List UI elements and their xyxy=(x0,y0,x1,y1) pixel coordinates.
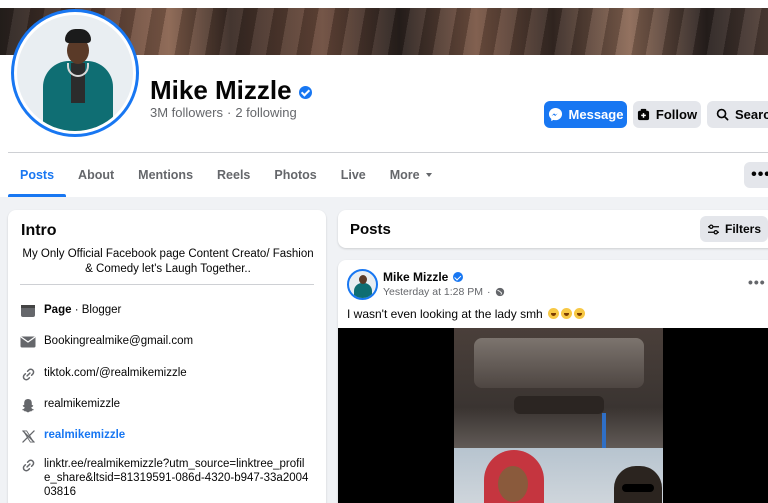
globe-icon xyxy=(495,287,504,297)
profile-tabs: Posts About Mentions Reels Photos Live M… xyxy=(8,153,444,197)
intro-item-x: realmikemizzle xyxy=(20,428,125,444)
intro-item-linktree: linktr.ee/realmikemizzle?utm_source=link… xyxy=(20,457,310,499)
laughing-emoji-icon xyxy=(561,308,573,319)
tab-live[interactable]: Live xyxy=(329,153,378,197)
chevron-down-icon xyxy=(425,173,432,177)
post-text: I wasn't even looking at the lady smh xyxy=(347,307,586,321)
search-label: Search xyxy=(735,107,768,122)
tab-about[interactable]: About xyxy=(66,153,126,197)
tab-posts[interactable]: Posts xyxy=(8,153,67,197)
page-category: · Blogger xyxy=(71,304,122,316)
filters-button[interactable]: Filters xyxy=(700,216,768,242)
email-text[interactable]: Bookingrealmike@gmail.com xyxy=(44,334,193,348)
page-label: Page xyxy=(44,304,72,316)
follow-stats: 3M followers · 2 following xyxy=(150,105,297,120)
follow-label: Follow xyxy=(655,107,698,122)
avatar-image xyxy=(17,15,133,131)
followers-count[interactable]: 3M followers xyxy=(150,105,223,120)
tab-label: About xyxy=(78,168,115,182)
intro-card: Intro My Only Official Facebook page Con… xyxy=(8,210,326,503)
posts-header-card: Posts Filters xyxy=(338,210,768,248)
post-media[interactable] xyxy=(338,328,768,503)
message-label: Message xyxy=(568,107,624,122)
tab-reels[interactable]: Reels xyxy=(205,153,262,197)
tab-mentions[interactable]: Mentions xyxy=(126,153,205,197)
filters-icon xyxy=(707,224,719,234)
intro-title: Intro xyxy=(21,222,57,239)
tab-label: More xyxy=(389,168,420,182)
post-author-name[interactable]: Mike Mizzle xyxy=(383,270,448,284)
search-button[interactable]: Search xyxy=(707,101,768,128)
intro-divider xyxy=(20,284,314,285)
filters-label: Filters xyxy=(724,222,761,236)
messenger-icon xyxy=(548,107,562,122)
laughing-emoji-icon xyxy=(548,308,560,319)
page-title: Mike Mizzle xyxy=(150,75,292,105)
post-options-button[interactable]: ••• xyxy=(748,274,766,290)
posts-title: Posts xyxy=(350,221,391,238)
tab-label: Mentions xyxy=(138,168,194,182)
post-timestamp[interactable]: Yesterday at 1:28 PM xyxy=(383,286,483,298)
message-button[interactable]: Message xyxy=(544,101,627,128)
snapchat-handle[interactable]: realmikemizzle xyxy=(44,397,120,411)
post-caption: I wasn't even looking at the lady smh xyxy=(347,307,543,321)
stats-separator: · xyxy=(226,105,232,120)
tab-label: Live xyxy=(340,168,366,182)
mail-icon xyxy=(20,334,36,350)
intro-bio: My Only Official Facebook page Content C… xyxy=(22,248,314,275)
profile-name-row: Mike Mizzle xyxy=(150,75,312,106)
intro-item-tiktok: tiktok.com/@realmikemizzle xyxy=(20,366,187,382)
following-count[interactable]: 2 following xyxy=(235,105,296,120)
follow-icon xyxy=(637,108,649,121)
tiktok-link[interactable]: tiktok.com/@realmikemizzle xyxy=(44,366,187,380)
post-author-avatar[interactable] xyxy=(347,269,378,300)
intro-item-page: Page · Blogger xyxy=(20,303,121,319)
tab-label: Posts xyxy=(20,168,55,182)
x-handle-link[interactable]: realmikemizzle xyxy=(44,428,125,442)
link-icon xyxy=(20,457,36,473)
profile-avatar[interactable] xyxy=(11,9,139,137)
linktree-link[interactable]: linktr.ee/realmikemizzle?utm_source=link… xyxy=(44,457,310,499)
intro-item-email: Bookingrealmike@gmail.com xyxy=(20,334,193,350)
post-card: Mike Mizzle Yesterday at 1:28 PM · ••• I… xyxy=(338,260,768,503)
post-meta: Yesterday at 1:28 PM · xyxy=(383,286,505,298)
snapchat-icon xyxy=(20,397,36,413)
tab-label: Reels xyxy=(217,168,251,182)
search-icon xyxy=(716,108,729,121)
intro-item-snapchat: realmikemizzle xyxy=(20,397,120,413)
link-icon xyxy=(20,366,36,382)
meta-separator: · xyxy=(487,286,491,298)
follow-button[interactable]: Follow xyxy=(633,101,701,128)
profile-header: Mike Mizzle 3M followers · 2 following M… xyxy=(0,0,768,197)
tab-more[interactable]: More xyxy=(378,153,444,197)
post-image xyxy=(454,328,663,503)
tab-label: Photos xyxy=(274,168,317,182)
tab-photos[interactable]: Photos xyxy=(262,153,328,197)
laughing-emoji-icon xyxy=(574,308,586,319)
verified-badge-icon xyxy=(298,85,312,99)
post-author-row: Mike Mizzle xyxy=(383,270,464,284)
verified-badge-icon xyxy=(453,272,464,282)
more-options-button[interactable]: ••• xyxy=(744,162,768,188)
x-icon xyxy=(20,428,36,444)
page-icon xyxy=(20,303,36,319)
